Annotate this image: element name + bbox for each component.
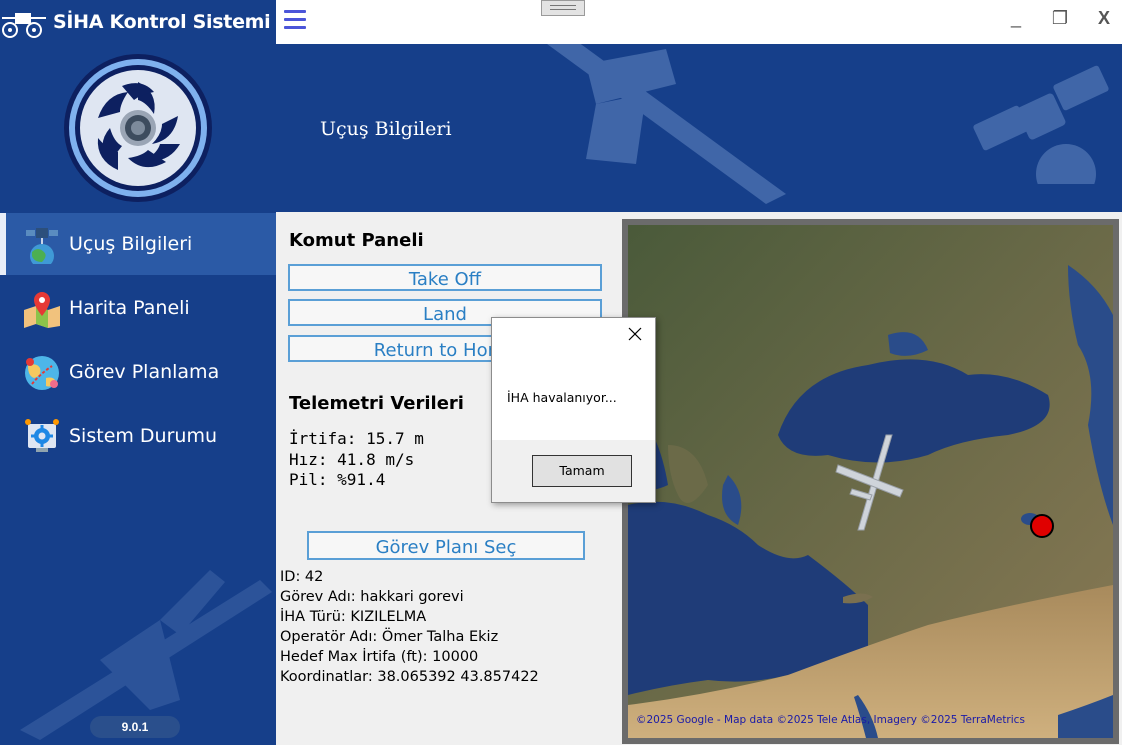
sidebar-item-gorev-planlama[interactable]: Görev Planlama bbox=[0, 341, 276, 403]
target-max-altitude: Hedef Max İrtifa (ft): 10000 bbox=[280, 649, 479, 665]
globe-route-icon bbox=[25, 356, 59, 390]
sidebar-item-label: Sistem Durumu bbox=[69, 425, 218, 447]
satellite-earth-icon bbox=[26, 228, 58, 264]
sidebar-item-ucus-bilgileri[interactable]: Uçuş Bilgileri bbox=[0, 213, 276, 275]
select-mission-plan-button[interactable]: Görev Planı Seç bbox=[307, 531, 585, 560]
app-header: SİHA Kontrol Sistemi bbox=[0, 0, 276, 44]
sidebar-item-label: Görev Planlama bbox=[69, 361, 220, 383]
page-title: Uçuş Bilgileri bbox=[320, 118, 452, 140]
map-frame: ©2025 Google - Map data ©2025 Tele Atlas… bbox=[622, 219, 1119, 744]
message-dialog: İHA havalanıyor... Tamam bbox=[491, 317, 656, 503]
take-off-button[interactable]: Take Off bbox=[288, 264, 602, 291]
target-marker bbox=[1030, 514, 1054, 538]
turbine-logo-icon bbox=[64, 54, 212, 202]
page-banner: Uçuş Bilgileri bbox=[276, 44, 1122, 212]
minimize-button[interactable]: _ bbox=[1001, 8, 1031, 36]
close-button[interactable]: X bbox=[1089, 8, 1119, 36]
top-bar: _ ❐ X bbox=[276, 0, 1122, 44]
coordinates: Koordinatlar: 38.065392 43.857422 bbox=[280, 669, 539, 685]
drag-handle[interactable] bbox=[541, 0, 585, 16]
operator-name: Operatör Adı: Ömer Talha Ekiz bbox=[280, 629, 499, 645]
map-pin-icon bbox=[24, 292, 60, 328]
battery-readout: Pil: %91.4 bbox=[289, 470, 386, 489]
map-attribution: ©2025 Google - Map data ©2025 Tele Atlas… bbox=[636, 714, 1025, 726]
speed-readout: Hız: 41.8 m/s bbox=[289, 450, 415, 469]
command-panel-title: Komut Paneli bbox=[289, 230, 424, 251]
sidebar-item-label: Uçuş Bilgileri bbox=[69, 233, 193, 255]
sidebar: SİHA Kontrol Sistemi Uçuş Bilgileri Hari… bbox=[0, 0, 276, 745]
satellite-banner-decoration bbox=[973, 65, 1109, 184]
app-title: SİHA Kontrol Sistemi bbox=[53, 11, 271, 33]
close-icon[interactable] bbox=[627, 326, 643, 342]
drone-silhouette-decoration bbox=[20, 570, 272, 740]
sidebar-item-label: Harita Paneli bbox=[69, 297, 190, 319]
sidebar-item-sistem-durumu[interactable]: Sistem Durumu bbox=[0, 405, 276, 467]
satellite-map[interactable]: ©2025 Google - Map data ©2025 Tele Atlas… bbox=[628, 225, 1113, 738]
hamburger-menu-icon[interactable] bbox=[284, 10, 306, 32]
uav-type: İHA Türü: KIZILELMA bbox=[280, 609, 427, 625]
drone-logo-icon bbox=[2, 13, 46, 38]
dialog-message: İHA havalanıyor... bbox=[507, 390, 617, 405]
mission-id: ID: 42 bbox=[280, 569, 324, 585]
dialog-footer: Tamam bbox=[492, 440, 655, 502]
system-gear-icon bbox=[25, 419, 59, 452]
maximize-button[interactable]: ❐ bbox=[1045, 8, 1075, 36]
mission-name: Görev Adı: hakkari gorevi bbox=[280, 589, 464, 605]
version-badge: 9.0.1 bbox=[90, 716, 180, 738]
altitude-readout: İrtifa: 15.7 m bbox=[289, 429, 424, 448]
map-imagery bbox=[628, 225, 1113, 738]
sidebar-item-harita-paneli[interactable]: Harita Paneli bbox=[0, 277, 276, 339]
ok-button[interactable]: Tamam bbox=[532, 455, 632, 487]
telemetry-title: Telemetri Verileri bbox=[289, 393, 464, 414]
drone-banner-decoration bbox=[547, 44, 786, 204]
